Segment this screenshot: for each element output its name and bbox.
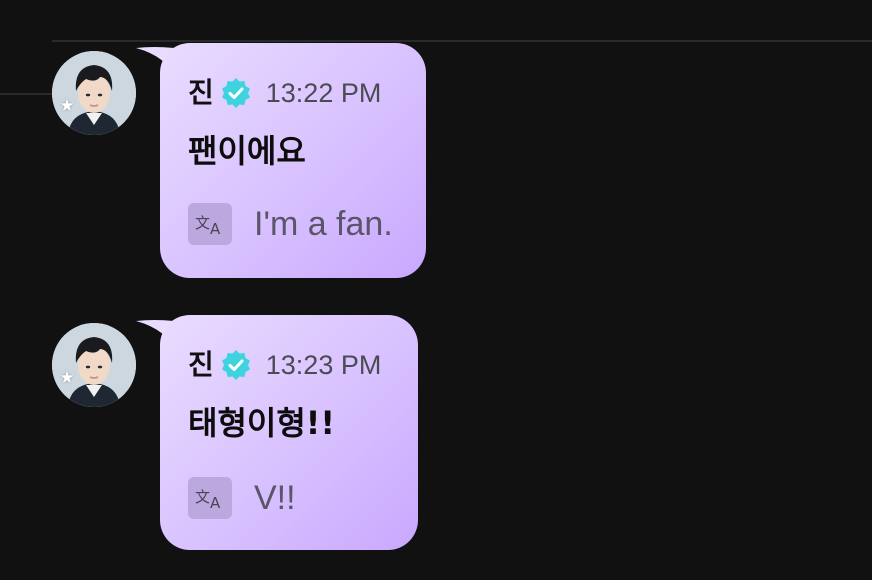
verified-check-icon bbox=[221, 350, 250, 380]
divider bbox=[52, 40, 872, 42]
message-meta: 진 13:22 PM bbox=[188, 75, 381, 111]
message-time: 13:22 PM bbox=[265, 78, 382, 108]
message-bubble[interactable]: 진 13:23 PM 태형이형!! 文 A V!! bbox=[160, 315, 418, 550]
svg-text:文: 文 bbox=[195, 214, 210, 232]
message-text: 태형이형!! bbox=[188, 404, 335, 442]
message-meta: 진 13:23 PM bbox=[188, 347, 381, 383]
star-icon: ★ bbox=[59, 368, 75, 388]
translate-icon[interactable]: 文 A bbox=[188, 203, 232, 245]
avatar[interactable] bbox=[52, 51, 136, 135]
star-icon: ★ bbox=[59, 96, 75, 116]
sender-name[interactable]: 진 bbox=[188, 75, 214, 111]
verified-check-icon bbox=[221, 78, 250, 108]
message-bubble[interactable]: 진 13:22 PM 팬이에요 文 A I'm a fan. bbox=[160, 43, 426, 278]
svg-text:A: A bbox=[210, 494, 221, 512]
translated-text: V!! bbox=[254, 479, 296, 517]
translation-row[interactable]: 文 A I'm a fan. bbox=[188, 202, 393, 246]
divider bbox=[0, 93, 60, 95]
message-time: 13:23 PM bbox=[265, 350, 382, 380]
message-text: 팬이에요 bbox=[188, 132, 306, 170]
translation-row[interactable]: 文 A V!! bbox=[188, 476, 296, 520]
chat-screen: ★ 진 13:22 PM 팬이에요 文 A I'm a fan. ★ 진 13:… bbox=[0, 0, 872, 580]
avatar[interactable] bbox=[52, 323, 136, 407]
sender-name[interactable]: 진 bbox=[188, 347, 214, 383]
svg-text:文: 文 bbox=[195, 488, 210, 506]
translated-text: I'm a fan. bbox=[254, 205, 393, 243]
translate-icon[interactable]: 文 A bbox=[188, 477, 232, 519]
svg-text:A: A bbox=[210, 220, 221, 238]
